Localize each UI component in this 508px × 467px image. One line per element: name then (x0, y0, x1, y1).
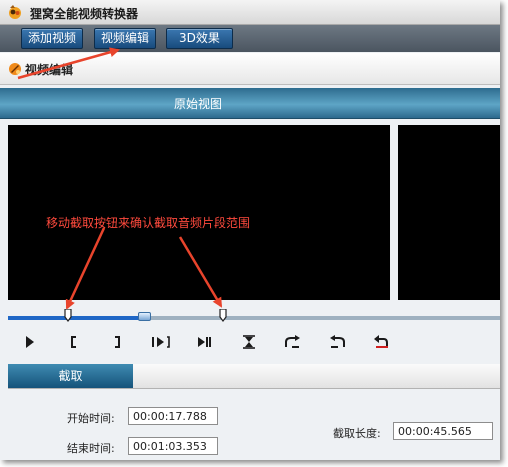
timeline-progress (8, 316, 141, 320)
play-icon (25, 336, 35, 348)
center-split-button[interactable] (240, 333, 258, 351)
playhead-knob[interactable] (138, 312, 151, 321)
undo-icon (372, 335, 390, 349)
mark-start-button[interactable] (65, 333, 83, 351)
go-to-start-button[interactable] (152, 333, 170, 351)
end-time-label: 结束时间: (67, 442, 115, 455)
go-to-end-button[interactable] (197, 333, 215, 351)
clip-end-handle[interactable] (219, 309, 227, 322)
start-time-label: 开始时间: (67, 412, 115, 425)
app-window: 狸窝全能视频转换器 添加视频 视频编辑 3D效果 视频编辑 原始视图 移动截取按… (0, 0, 500, 460)
play-button[interactable] (21, 333, 39, 351)
backward-step-button[interactable] (328, 333, 346, 351)
undo-button[interactable] (372, 333, 390, 351)
go-to-start-icon (152, 336, 170, 348)
backward-step-icon (328, 335, 346, 349)
forward-step-button[interactable] (284, 333, 302, 351)
center-split-icon (242, 335, 256, 349)
clip-start-handle[interactable] (64, 309, 72, 322)
timeline-track[interactable] (8, 316, 500, 320)
tabs-bar: 截取 (8, 364, 500, 389)
start-time-field[interactable] (128, 407, 218, 425)
go-to-end-icon (197, 336, 215, 348)
annotation-arrows (17, 47, 223, 310)
clip-length-field[interactable] (393, 422, 493, 440)
clip-length-label: 截取长度: (333, 427, 381, 440)
mark-start-icon (70, 336, 78, 348)
toolbar-pointer-arrow (17, 47, 120, 80)
forward-step-icon (284, 335, 302, 349)
end-time-field[interactable] (128, 437, 218, 455)
mark-end-icon (113, 336, 121, 348)
left-arrow (65, 227, 106, 310)
right-arrow (178, 236, 223, 308)
mark-end-button[interactable] (108, 333, 126, 351)
tab-clip[interactable]: 截取 (8, 364, 133, 388)
